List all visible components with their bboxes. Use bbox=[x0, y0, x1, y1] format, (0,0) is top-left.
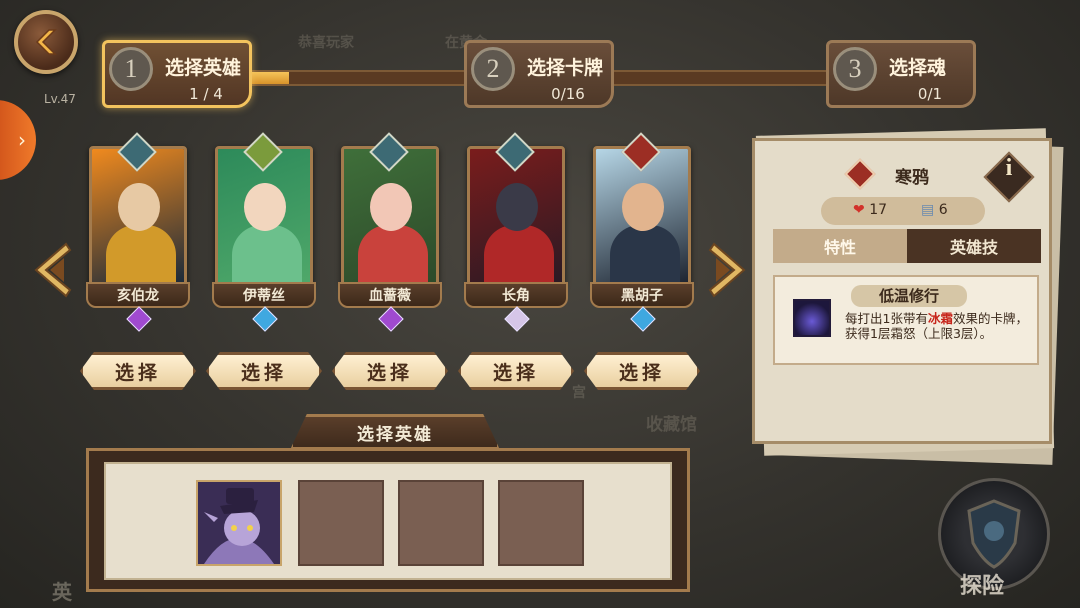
hero-name: 血蔷薇 bbox=[338, 282, 442, 308]
hero-body bbox=[232, 225, 302, 283]
hero-card-0[interactable]: 亥伯龙 选择 bbox=[80, 132, 196, 390]
hero-detail-panel: 寒鸦 i ❤ 17 ▤ 6 特性 英雄技 低温修行 每打出1张带有冰霜效果的卡牌… bbox=[752, 138, 1052, 444]
select-hero-button[interactable]: 选择 bbox=[206, 352, 322, 390]
trait-desc-part: 每打出1张带有 bbox=[845, 311, 928, 326]
bg-text-palace: 宫 bbox=[572, 385, 586, 401]
step-count: 1 / 4 bbox=[189, 85, 223, 103]
step-select-soul[interactable]: 3 选择魂 0/1 bbox=[826, 40, 976, 108]
hero-rarity-gem-icon bbox=[504, 306, 530, 332]
next-page-button[interactable] bbox=[706, 240, 750, 300]
hero-rarity-gem-icon bbox=[126, 306, 152, 332]
hero-name: 亥伯龙 bbox=[86, 282, 190, 308]
chevron-right-icon: › bbox=[18, 128, 26, 152]
player-level: Lv.47 bbox=[44, 92, 76, 106]
step-title: 选择卡牌 bbox=[527, 57, 604, 79]
hero-card-2[interactable]: 血蔷薇 选择 bbox=[332, 132, 448, 390]
detail-hero-name: 寒鸦 bbox=[895, 168, 929, 188]
step-select-hero[interactable]: 1 选择英雄 1 / 4 bbox=[102, 40, 252, 108]
team-slots-area bbox=[104, 462, 672, 580]
trait-card: 低温修行 每打出1张带有冰霜效果的卡牌，获得1层霜怒（上限3层）。 bbox=[773, 275, 1039, 365]
adventure-label: 探险 bbox=[960, 574, 1005, 599]
hero-body bbox=[358, 225, 428, 283]
team-header: 选择英雄 bbox=[290, 414, 500, 450]
select-hero-button[interactable]: 选择 bbox=[584, 352, 700, 390]
prev-page-button[interactable] bbox=[30, 240, 74, 300]
hero-rarity-gem-icon bbox=[252, 306, 278, 332]
sword-class-icon bbox=[844, 158, 876, 190]
trait-title: 低温修行 bbox=[878, 287, 939, 305]
select-hero-button[interactable]: 选择 bbox=[332, 352, 448, 390]
hp-stat: ❤ 17 bbox=[853, 202, 887, 218]
card-count-value: 6 bbox=[938, 202, 948, 218]
step-number: 2 bbox=[471, 47, 515, 91]
frost-trait-icon bbox=[793, 299, 831, 337]
step-count: 0/16 bbox=[551, 85, 585, 103]
back-button[interactable] bbox=[14, 10, 78, 74]
back-chevron-icon bbox=[35, 29, 57, 55]
side-menu-tab[interactable]: › bbox=[0, 100, 36, 180]
arrow-left-icon bbox=[34, 242, 72, 298]
arrow-right-icon bbox=[708, 242, 746, 298]
hero-face bbox=[244, 183, 286, 231]
hero-face bbox=[370, 183, 412, 231]
bg-text-congrats: 恭喜玩家 bbox=[298, 35, 354, 51]
step-number: 3 bbox=[833, 47, 877, 91]
hero-name: 伊蒂丝 bbox=[212, 282, 316, 308]
step-title: 选择魂 bbox=[889, 57, 947, 79]
tab-hero-skill[interactable]: 英雄技 bbox=[907, 229, 1041, 263]
trait-description: 每打出1张带有冰霜效果的卡牌，获得1层霜怒（上限3层）。 bbox=[845, 311, 1031, 341]
step-count: 0/1 bbox=[917, 85, 943, 103]
cards-icon: ▤ bbox=[921, 202, 935, 218]
hero-name: 长角 bbox=[464, 282, 568, 308]
hero-avatar bbox=[198, 482, 280, 564]
hero-body bbox=[610, 225, 680, 283]
team-slot-4[interactable] bbox=[498, 480, 584, 566]
tab-traits[interactable]: 特性 bbox=[773, 229, 907, 263]
select-hero-button[interactable]: 选择 bbox=[80, 352, 196, 390]
hero-rarity-gem-icon bbox=[630, 306, 656, 332]
hero-face bbox=[496, 183, 538, 231]
hero-card-4[interactable]: 黑胡子 选择 bbox=[584, 132, 700, 390]
detail-tabs: 特性 英雄技 bbox=[773, 229, 1041, 263]
hero-face bbox=[622, 183, 664, 231]
step-number: 1 bbox=[109, 47, 153, 91]
hp-value: 17 bbox=[869, 202, 888, 218]
team-slot-3[interactable] bbox=[398, 480, 484, 566]
hero-body bbox=[484, 225, 554, 283]
hero-rarity-gem-icon bbox=[378, 306, 404, 332]
step-title: 选择英雄 bbox=[165, 57, 242, 79]
stat-ribbon bbox=[821, 197, 985, 225]
bg-text-hero: 英 bbox=[52, 580, 72, 604]
step-select-cards[interactable]: 2 选择卡牌 0/16 bbox=[464, 40, 614, 108]
info-icon[interactable]: i bbox=[999, 155, 1019, 182]
select-hero-button[interactable]: 选择 bbox=[458, 352, 574, 390]
heart-icon: ❤ bbox=[853, 202, 865, 218]
hero-face bbox=[118, 183, 160, 231]
team-slot-2[interactable] bbox=[298, 480, 384, 566]
hero-card-1[interactable]: 伊蒂丝 选择 bbox=[206, 132, 322, 390]
hero-card-3[interactable]: 长角 选择 bbox=[458, 132, 574, 390]
card-count-stat: ▤ 6 bbox=[921, 202, 948, 218]
hero-name: 黑胡子 bbox=[590, 282, 694, 308]
team-slot-1[interactable] bbox=[196, 480, 282, 566]
trait-desc-keyword: 冰霜 bbox=[927, 311, 953, 326]
hero-body bbox=[106, 225, 176, 283]
bg-text-collection: 收藏馆 bbox=[646, 415, 697, 435]
